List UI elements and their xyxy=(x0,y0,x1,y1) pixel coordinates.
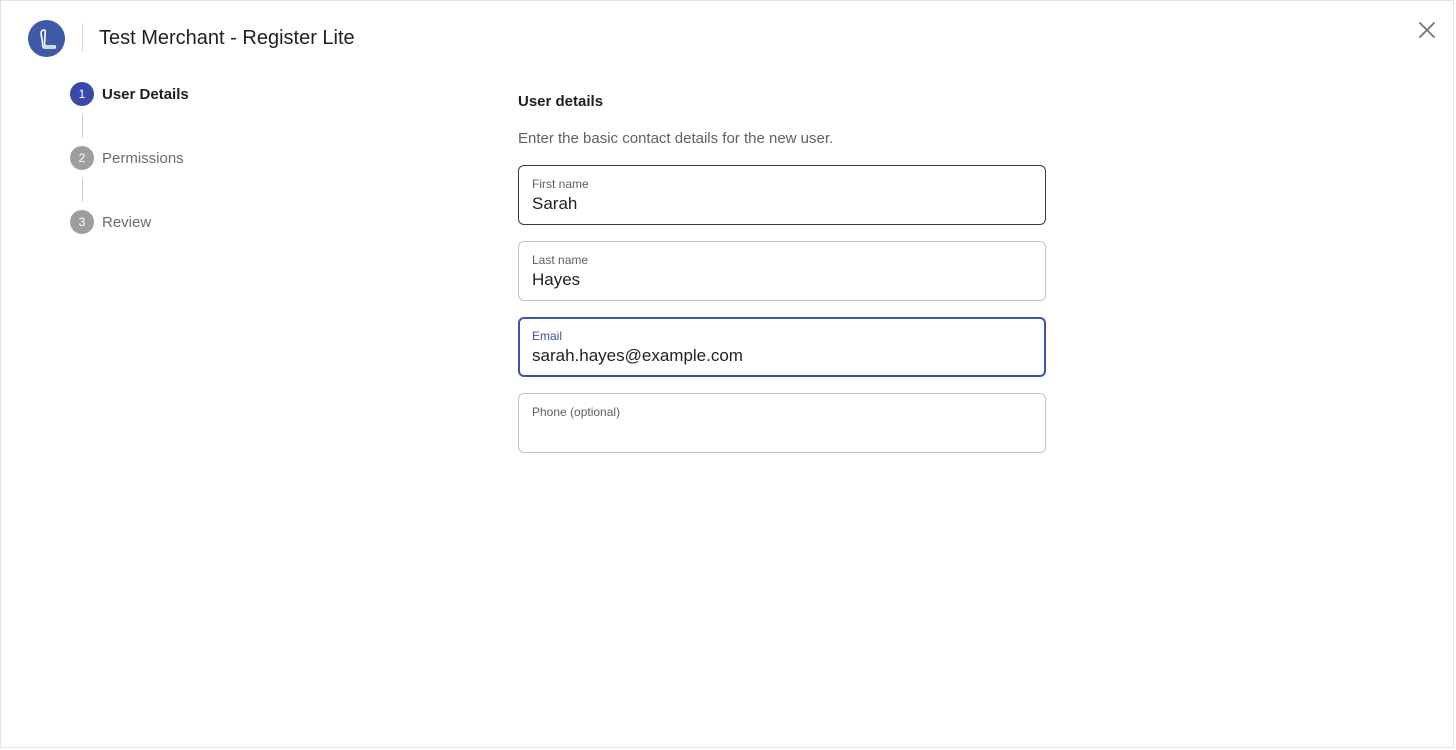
step-number-badge: 1 xyxy=(70,82,94,106)
phone-field[interactable]: Phone (optional) xyxy=(518,393,1046,453)
step-label: User Details xyxy=(102,85,189,103)
last-name-input[interactable] xyxy=(532,269,1032,291)
first-name-field[interactable]: First name xyxy=(518,165,1046,225)
step-review[interactable]: 3 Review xyxy=(70,210,151,234)
brand-logo-icon xyxy=(28,20,65,57)
email-field[interactable]: Email xyxy=(518,317,1046,377)
first-name-input[interactable] xyxy=(532,193,1032,215)
step-connector xyxy=(82,179,83,201)
phone-label: Phone (optional) xyxy=(532,405,621,419)
app-title: Test Merchant - Register Lite xyxy=(99,27,355,49)
first-name-label: First name xyxy=(532,177,589,191)
dialog-window: Test Merchant - Register Lite 1 User Det… xyxy=(0,0,1454,748)
step-connector xyxy=(82,115,83,137)
step-label: Review xyxy=(102,213,152,231)
close-icon xyxy=(1419,22,1435,38)
header-divider xyxy=(82,23,83,52)
email-label: Email xyxy=(532,329,563,343)
section-title: User details xyxy=(518,93,604,110)
email-input[interactable] xyxy=(532,345,1032,367)
close-button[interactable] xyxy=(1416,19,1438,41)
step-user-details[interactable]: 1 User Details xyxy=(70,82,189,106)
step-number-badge: 2 xyxy=(70,146,94,170)
step-permissions[interactable]: 2 Permissions xyxy=(70,146,184,170)
section-description: Enter the basic contact details for the … xyxy=(518,130,834,147)
last-name-field[interactable]: Last name xyxy=(518,241,1046,301)
step-label: Permissions xyxy=(102,149,184,167)
phone-input[interactable] xyxy=(532,421,1032,443)
step-number-badge: 3 xyxy=(70,210,94,234)
last-name-label: Last name xyxy=(532,253,589,267)
